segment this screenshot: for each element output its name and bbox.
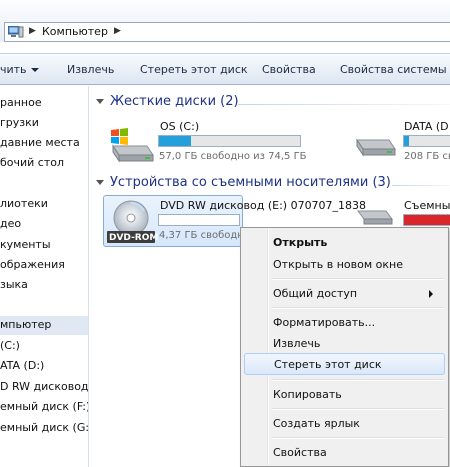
nav-item-pictures[interactable]: ображения	[0, 256, 88, 275]
menu-item-create-shortcut[interactable]: Создать ярлык	[244, 412, 445, 434]
collapse-triangle-icon[interactable]	[96, 180, 104, 185]
nav-item-computer[interactable]: мпьютер	[0, 316, 88, 335]
organize-button[interactable]: чить	[0, 63, 39, 76]
address-bar-area: ▶ Компьютер ▶	[0, 0, 450, 42]
menu-separator	[272, 379, 444, 381]
removable-usage-fill	[404, 215, 450, 225]
nav-item-desktop[interactable]: бочий стол	[0, 154, 88, 173]
erase-disc-button[interactable]: Стереть этот диск	[140, 63, 248, 76]
menu-item-open-new-window[interactable]: Открыть в новом окне	[244, 253, 445, 275]
menu-item-format[interactable]: Форматировать...	[244, 311, 445, 333]
nav-item-music[interactable]: зыка	[0, 276, 88, 295]
nav-item-video[interactable]: део	[0, 215, 88, 234]
menu-item-share[interactable]: Общий доступ	[244, 282, 445, 304]
computer-icon	[8, 26, 24, 38]
chevron-right-icon[interactable]: ▶	[114, 26, 121, 36]
chevron-down-icon	[30, 68, 39, 72]
properties-button[interactable]: Свойства	[262, 63, 316, 76]
hard-drive-windows-icon	[107, 122, 155, 167]
drive-d-usage-bar	[403, 135, 450, 147]
drive-c-usage-fill	[159, 136, 192, 146]
drive-c-name: OS (C:)	[160, 120, 200, 133]
group-divider	[238, 104, 450, 105]
navigation-pane: ранное грузки давние места бочий стол ли…	[0, 86, 89, 467]
group-header-hard-disks[interactable]: Жесткие диски (2)	[96, 94, 239, 109]
dvd-free-space: 4,37 ГБ свободно	[159, 230, 250, 241]
menu-item-eject[interactable]: Извлечь	[244, 332, 445, 354]
drive-c-usage-bar	[158, 135, 301, 147]
dvd-drive-name: DVD RW дисковод (E:) 070707_1838	[160, 199, 367, 212]
menu-item-open[interactable]: Открыть	[244, 231, 445, 253]
menu-separator	[272, 437, 444, 439]
submenu-arrow-icon	[429, 290, 433, 298]
context-menu: Открыть Открыть в новом окне Общий досту…	[240, 227, 449, 467]
nav-item-drive-e[interactable]: D RW дисковод (	[0, 378, 88, 397]
drive-d-free-space: 208 ГБ свобо	[404, 151, 450, 162]
nav-item-recent-places[interactable]: давние места	[0, 134, 88, 153]
system-properties-button[interactable]: Свойства системы	[340, 63, 447, 76]
nav-item-drive-c[interactable]: (C:)	[0, 337, 88, 356]
nav-item-favorites[interactable]: ранное	[0, 94, 88, 113]
nav-item-drive-f[interactable]: емный диск (F:)	[0, 398, 88, 417]
nav-item-drive-g[interactable]: емный диск (G:)	[0, 419, 88, 438]
nav-item-documents[interactable]: кументы	[0, 236, 88, 255]
chevron-right-icon[interactable]: ▶	[29, 26, 36, 36]
breadcrumb-computer[interactable]: Компьютер	[42, 25, 108, 38]
removable-usage-bar	[403, 214, 450, 226]
menu-separator	[272, 307, 444, 309]
menu-separator	[272, 278, 444, 280]
menu-item-properties[interactable]: Свойства	[244, 441, 445, 463]
menu-item-copy[interactable]: Копировать	[244, 383, 445, 405]
drive-d-usage-fill	[404, 136, 409, 146]
eject-button[interactable]: Извлечь	[67, 63, 114, 76]
hard-drive-icon	[353, 124, 399, 163]
command-toolbar: чить Извлечь Стереть этот диск Свойства …	[0, 53, 450, 85]
nav-item-downloads[interactable]: грузки	[0, 114, 88, 133]
group-header-removable[interactable]: Устройства со съемными носителями (3)	[96, 175, 391, 190]
removable-disk-name: Съемны	[404, 199, 450, 212]
group-divider	[392, 185, 450, 186]
menu-item-erase-disc[interactable]: Стереть этот диск	[244, 353, 445, 375]
menu-separator	[272, 408, 444, 410]
nav-item-libraries[interactable]: лиотеки	[0, 195, 88, 214]
collapse-triangle-icon[interactable]	[96, 99, 104, 104]
drive-c-free-space: 57,0 ГБ свободно из 74,5 ГБ	[159, 151, 307, 162]
dvd-usage-bar	[158, 214, 240, 226]
dvd-rom-label: DVD-ROM	[109, 233, 159, 243]
nav-item-drive-d[interactable]: ATA (D:)	[0, 357, 88, 376]
drive-d-name: DATA (D	[404, 120, 449, 133]
